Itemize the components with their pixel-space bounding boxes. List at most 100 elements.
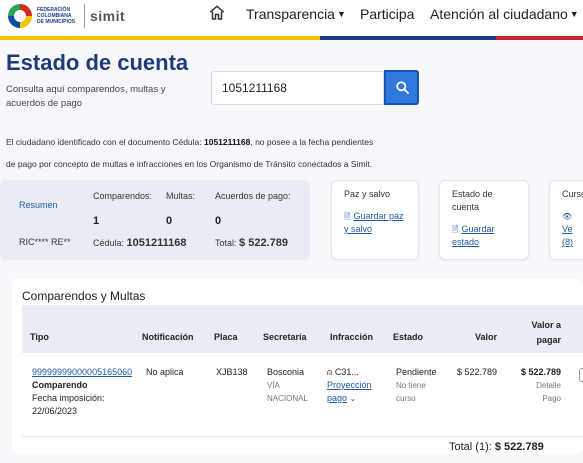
page-subtitle: Consulta aquí comparendos, multas y acue… [6, 84, 166, 109]
message-line2: de pago por concepto de multas e infracc… [6, 159, 373, 169]
row-detalle-2: Pago [542, 394, 561, 403]
row-estado-sub1: No tiene [396, 381, 426, 390]
th-infraccion: Infracción [330, 332, 374, 342]
top-navbar: FEDERACIÓN COLOMBIANA DE MUNICIPIOS simi… [0, 0, 583, 36]
document-icon: 🗎 [452, 225, 459, 234]
row-infraccion-code: C31... [334, 367, 359, 377]
table-total: Total (1): $ 522.789 [449, 441, 544, 453]
federation-name: FEDERACIÓN COLOMBIANA DE MUNICIPIOS [37, 7, 76, 25]
paz-y-salvo-card: Paz y salvo 🗎 Guardar paz y salvo [331, 180, 419, 260]
th-valor-pagar-2: pagar [536, 335, 561, 345]
account-status-message: El ciudadano identificado con el documen… [6, 131, 566, 175]
document-search-input[interactable]: 1051211168 [211, 71, 384, 105]
row-secretaria: Bosconia VÍA NACIONAL [267, 366, 308, 405]
nav-atencion-label: Atención al ciudadano [430, 6, 568, 22]
th-valor-pagar: Valor a pagar [518, 318, 561, 348]
estado-cuenta-title-1: Estado de [452, 189, 493, 199]
row-fecha: 22/06/2023 [32, 406, 78, 416]
ver-cursos-link[interactable]: 👁 Ve (8) [562, 210, 583, 249]
row-tipo-label: Comparendo [32, 380, 88, 390]
search-button[interactable] [384, 70, 419, 105]
citizen-name: RIC**** RE** [19, 237, 71, 247]
row-valor: $ 522.789 [457, 367, 498, 377]
document-icon: 🗎 [344, 212, 351, 221]
guardar-label: Guardar [461, 224, 495, 234]
eye-icon: 👁 [562, 212, 573, 221]
row-divider [22, 436, 583, 437]
row-estado-label: Pendiente [396, 367, 437, 377]
chevron-down-icon[interactable]: ⌄ [350, 394, 357, 403]
th-valor: Valor [475, 332, 498, 342]
y-salvo-label: y salvo [344, 224, 373, 234]
table-header [22, 305, 583, 353]
row-secretaria-sub1: VÍA [267, 381, 280, 390]
multas-count: 0 [166, 215, 173, 227]
chevron-down-icon: ▼ [569, 9, 579, 19]
comparendo-number-link[interactable]: 99999999000005165060 [32, 367, 132, 377]
cursos-title: Curso [562, 189, 583, 199]
estado-cuenta-title: Estado de cuenta [452, 188, 493, 214]
nav-participa-label: Participa [360, 6, 415, 22]
table-total-label: Total (1): [449, 441, 492, 453]
cursos-card: Curso 👁 Ve (8) [549, 180, 583, 260]
home-icon[interactable] [208, 4, 226, 22]
cedula-label: Cédula: [93, 238, 125, 248]
guardar-estado-link[interactable]: 🗎 Guardar estado [452, 223, 494, 249]
simit-brand: simit [90, 8, 126, 24]
row-infraccion: ⍝ C31... Proyección pago ⌄ [327, 366, 372, 405]
th-valor-pagar-1: Valor a [531, 320, 561, 330]
section-title: Comparendos y Multas [22, 289, 146, 303]
colombia-flag-stripe [0, 36, 583, 40]
multas-label: Multas: [166, 191, 196, 201]
resumen-label: Resumen [19, 200, 58, 210]
table-total-value: $ 522.789 [494, 441, 544, 453]
guardar-paz-y-salvo-link[interactable]: 🗎 Guardar paz y salvo [344, 210, 403, 236]
nav-transparencia[interactable]: Transparencia ▼ [246, 6, 346, 22]
row-estado: Pendiente No tiene curso [396, 366, 437, 405]
logo-divider [84, 4, 85, 28]
message-document: 1051211168 [204, 137, 251, 147]
guardar-paz-label: Guardar paz [353, 211, 404, 221]
nav-atencion-ciudadano[interactable]: Atención al ciudadano ▼ [430, 6, 579, 22]
user-icon: ⍝ [327, 367, 333, 377]
total-field: Total: $ 522.789 [215, 237, 288, 249]
message-part2: , no posee a la fecha pendientes [250, 137, 374, 147]
estado-cuenta-title-2: cuenta [452, 202, 480, 212]
comparendos-count: 1 [93, 215, 100, 227]
search-icon [396, 81, 409, 94]
row-valor-pagar: $ 522.789 Detalle Pago [510, 366, 561, 405]
ver-label: Ve [562, 224, 573, 234]
paz-y-salvo-title: Paz y salvo [344, 189, 391, 199]
nav-participa[interactable]: Participa [360, 6, 414, 22]
federation-logo-icon [8, 4, 32, 28]
cedula-value: 1051211168 [126, 237, 187, 249]
acuerdos-label: Acuerdos de pago: [215, 191, 291, 201]
message-part1: El ciudadano identificado con el documen… [6, 137, 204, 147]
cursos-count-label: (8) [562, 237, 573, 247]
acuerdos-count: 0 [215, 215, 222, 227]
row-detalle-1: Detalle [536, 381, 561, 390]
nav-transparencia-label: Transparencia [246, 6, 335, 22]
proyeccion-label-2: pago [327, 393, 348, 403]
row-valor-pagar-amount: $ 522.789 [520, 367, 561, 377]
row-notificacion: No aplica [146, 367, 184, 377]
page-title: Estado de cuenta [6, 50, 189, 75]
chevron-down-icon: ▼ [336, 9, 346, 19]
row-placa: XJB138 [216, 367, 248, 377]
th-estado: Estado [393, 332, 424, 342]
total-value: $ 522.789 [239, 237, 288, 249]
estado-label: estado [452, 237, 480, 247]
th-placa: Placa [214, 332, 238, 342]
cedula-field: Cédula: 1051211168 [93, 237, 187, 249]
comparendos-label: Comparendos: [93, 191, 153, 201]
row-select-checkbox[interactable] [579, 368, 583, 382]
row-secretaria-name: Bosconia [267, 367, 305, 377]
proyeccion-label-1: Proyección [327, 380, 372, 390]
row-secretaria-sub2: NACIONAL [267, 394, 308, 403]
row-estado-sub2: curso [396, 394, 416, 403]
th-notificacion: Notificación [142, 332, 194, 342]
th-tipo: Tipo [30, 332, 49, 342]
row-tipo: 99999999000005165060 Comparendo Fecha im… [32, 366, 132, 418]
th-secretaria: Secretaría [263, 332, 307, 342]
fcm-simit-logo[interactable]: FEDERACIÓN COLOMBIANA DE MUNICIPIOS simi… [8, 4, 125, 28]
